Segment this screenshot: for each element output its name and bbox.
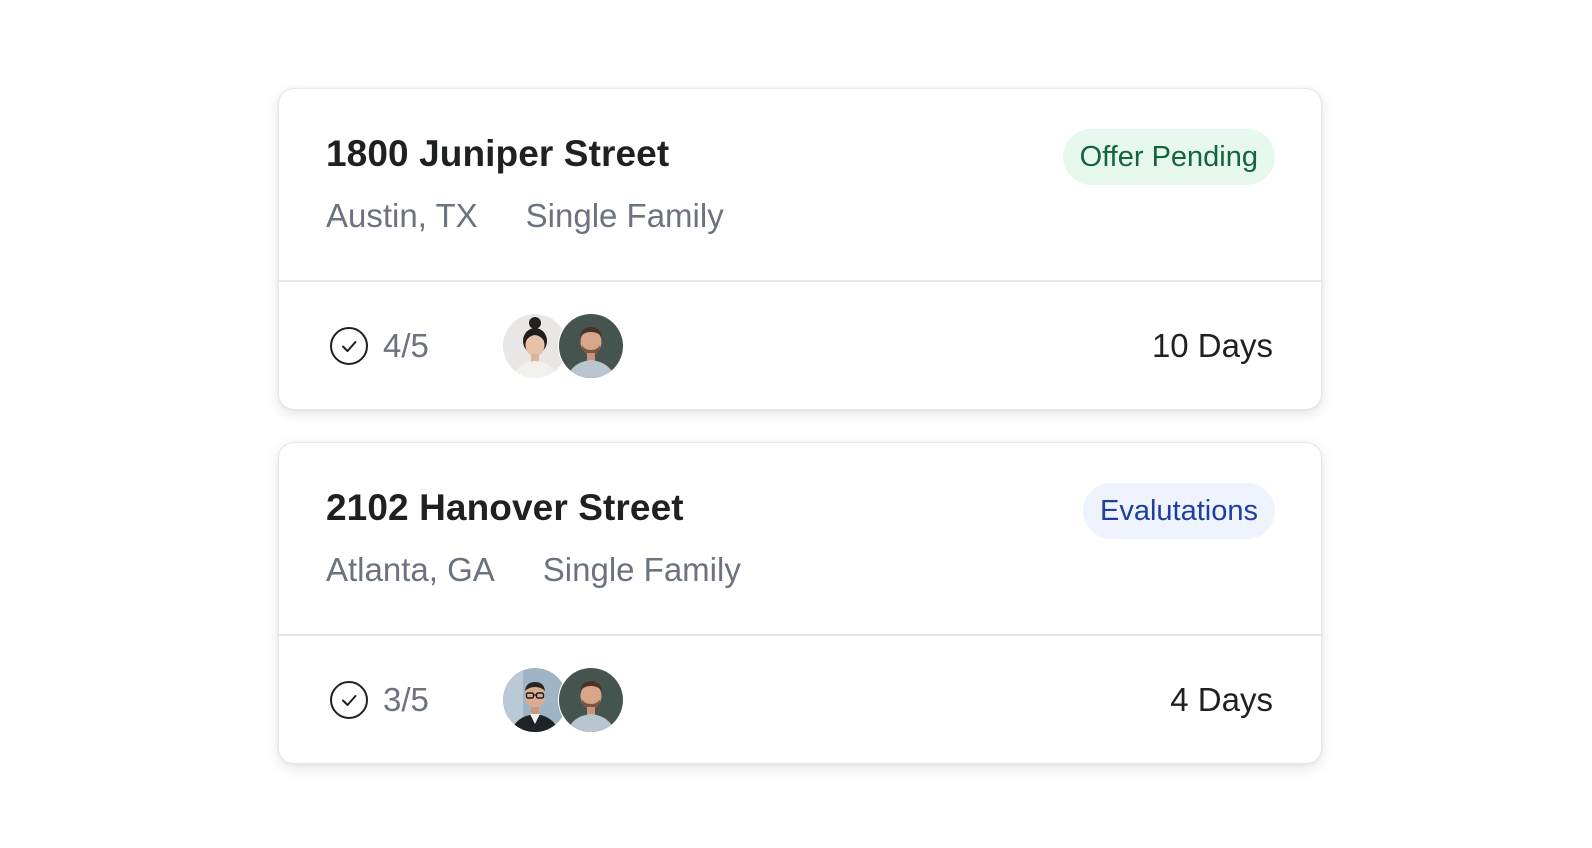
status-badge: Evalutations [1083,483,1275,539]
tasks-completed-count: 3/5 [383,681,429,718]
listing-card[interactable]: 1800 Juniper Street Austin, TX Single Fam… [278,88,1322,410]
avatar[interactable] [558,667,624,733]
check-circle-icon [329,680,369,720]
listing-meta: Austin, TX Single Family [326,197,724,235]
listing-card-footer: 3/5 4 Days [279,636,1321,763]
listing-card-header: 2102 Hanover Street Atlanta, GA Single Fa… [279,443,1321,636]
tasks-completed-count: 4/5 [383,327,429,364]
listing-location: Atlanta, GA [326,551,495,588]
assignee-avatars[interactable] [502,667,632,733]
listing-property-type: Single Family [525,197,724,234]
listing-address: 2102 Hanover Street [326,487,684,528]
listing-card-footer: 4/5 10 Days [279,282,1321,409]
listing-property-type: Single Family [542,551,741,588]
status-badge: Offer Pending [1062,129,1275,185]
listing-card-header: 1800 Juniper Street Austin, TX Single Fam… [279,89,1321,282]
assignee-avatars[interactable] [502,313,632,379]
bearded-man-avatar [559,668,623,732]
listing-card[interactable]: 2102 Hanover Street Atlanta, GA Single Fa… [278,442,1322,764]
listing-address: 1800 Juniper Street [326,133,670,174]
listing-meta: Atlanta, GA Single Family [326,551,741,589]
days-on-market: 10 Days [1151,327,1273,364]
check-circle-icon [329,326,369,366]
days-on-market: 4 Days [1170,681,1273,718]
bearded-man-avatar [559,314,623,378]
listing-location: Austin, TX [326,197,478,234]
listing-cards-page: 1800 Juniper Street Austin, TX Single Fam… [0,0,1592,848]
avatar[interactable] [558,313,624,379]
